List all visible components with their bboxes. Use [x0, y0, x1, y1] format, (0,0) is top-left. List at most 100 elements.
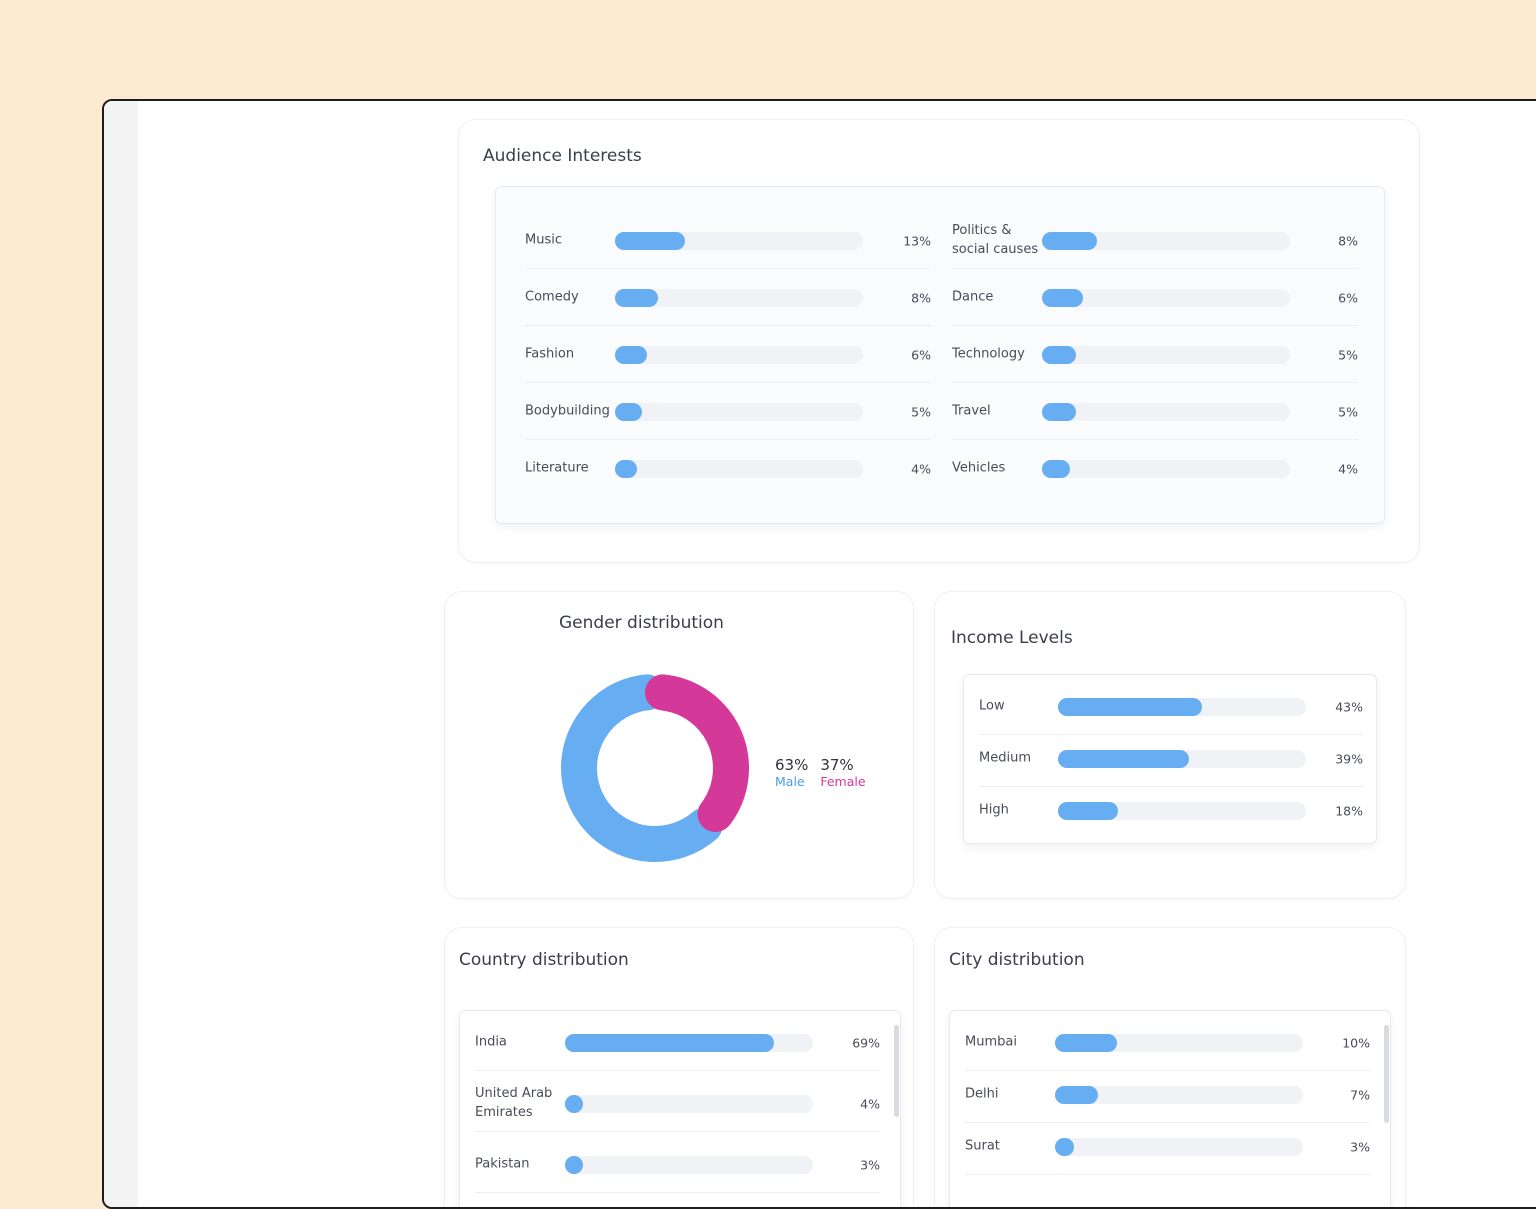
interest-bar-track: [1042, 346, 1290, 364]
interest-percent: 6%: [1338, 290, 1358, 306]
interest-percent: 5%: [911, 404, 931, 420]
country-percent: 69%: [852, 1035, 880, 1051]
interest-label: Dance: [952, 289, 994, 305]
interest-percent: 4%: [911, 461, 931, 477]
interest-label: Vehicles: [952, 460, 1006, 476]
interest-percent: 8%: [911, 290, 931, 306]
city-bar-fill: [1055, 1086, 1099, 1104]
row-divider: [952, 325, 1358, 326]
city-label: Surat: [965, 1138, 1000, 1154]
app-window: Audience Interests Music 13% Comedy 8% Fashi…: [102, 99, 1536, 1209]
income-percent: 43%: [1335, 699, 1363, 715]
interest-row: Travel 5%: [952, 392, 1358, 440]
interest-bar-track: [1042, 403, 1290, 421]
income-row: Low 43%: [979, 687, 1363, 735]
country-label: Pakistan: [475, 1156, 530, 1172]
income-levels-card: Income Levels Low 43% Medium 39% High 18%: [934, 591, 1406, 899]
city-distribution-panel: Mumbai 10% Delhi 7% Surat 3%: [949, 1010, 1391, 1207]
city-row: Surat 3%: [965, 1127, 1370, 1175]
interest-row: Bodybuilding 5%: [525, 392, 931, 440]
interest-row: Technology 5%: [952, 335, 1358, 383]
gender-legend: 63% Male 37% Female: [775, 756, 866, 789]
income-bar-track: [1058, 698, 1306, 716]
income-levels-title: Income Levels: [951, 628, 1073, 648]
city-percent: 3%: [1350, 1139, 1370, 1155]
interests-left-column: Music 13% Comedy 8% Fashion 6% Bodybuilding 5% L…: [525, 221, 931, 511]
country-scrollbar[interactable]: [894, 1025, 899, 1117]
interest-bar-fill: [1042, 460, 1070, 478]
row-divider: [475, 1131, 880, 1132]
city-row: Delhi 7%: [965, 1075, 1370, 1123]
interest-label: Literature: [525, 460, 589, 476]
row-divider: [965, 1174, 1370, 1175]
row-divider: [952, 268, 1358, 269]
income-bar-fill: [1058, 802, 1119, 820]
interest-row: Politics & social causes 8%: [952, 221, 1358, 269]
city-percent: 10%: [1342, 1035, 1370, 1051]
interest-bar-fill: [615, 232, 686, 250]
country-percent: 3%: [860, 1157, 880, 1173]
interest-percent: 4%: [1338, 461, 1358, 477]
row-divider: [525, 268, 931, 269]
city-bar-track: [1055, 1034, 1303, 1052]
city-label: Mumbai: [965, 1034, 1017, 1050]
background-corner: [1440, 0, 1536, 100]
row-divider: [475, 1070, 880, 1071]
interest-bar-track: [1042, 232, 1290, 250]
row-divider: [952, 439, 1358, 440]
interest-bar-fill: [1042, 403, 1077, 421]
income-bar-track: [1058, 750, 1306, 768]
interest-row: Fashion 6%: [525, 335, 931, 383]
row-divider: [525, 382, 931, 383]
interest-row: Music 13%: [525, 221, 931, 269]
country-label: India: [475, 1034, 507, 1050]
income-bar-fill: [1058, 698, 1203, 716]
male-label: Male: [775, 774, 805, 789]
city-distribution-title: City distribution: [949, 950, 1085, 970]
interest-bar-fill: [615, 346, 648, 364]
city-bar-track: [1055, 1086, 1303, 1104]
interest-label: Politics & social causes: [952, 223, 1039, 257]
city-label: Delhi: [965, 1086, 999, 1102]
audience-interests-title: Audience Interests: [483, 146, 642, 166]
income-percent: 18%: [1335, 803, 1363, 819]
interest-bar-track: [615, 403, 863, 421]
income-label: High: [979, 802, 1009, 818]
interest-row: Dance 6%: [952, 278, 1358, 326]
country-rows: India 69% United Arab Emirates 4% Pakistan 3%: [475, 1023, 880, 1207]
income-rows: Low 43% Medium 39% High 18%: [979, 687, 1363, 837]
interest-label: Bodybuilding: [525, 403, 610, 419]
interest-label: Fashion: [525, 346, 575, 362]
country-row: United Arab Emirates 4%: [475, 1084, 880, 1132]
legend-female: 37% Female: [820, 756, 865, 789]
row-divider: [965, 1122, 1370, 1123]
country-percent: 4%: [860, 1096, 880, 1112]
city-scrollbar[interactable]: [1384, 1025, 1389, 1123]
city-bar-fill: [1055, 1034, 1117, 1052]
country-row: Pakistan 3%: [475, 1145, 880, 1193]
city-distribution-card: City distribution Mumbai 10% Delhi 7% Surat 3…: [934, 927, 1406, 1207]
gender-distribution-card: Gender distribution 63% Male 37% Female: [444, 591, 914, 899]
income-levels-panel: Low 43% Medium 39% High 18%: [963, 674, 1377, 844]
interest-row: Literature 4%: [525, 449, 931, 489]
row-divider: [525, 439, 931, 440]
interest-row: Comedy 8%: [525, 278, 931, 326]
country-bar-track: [565, 1095, 813, 1113]
interests-right-column: Politics & social causes 8% Dance 6% Technol…: [952, 221, 1358, 511]
city-bar-track: [1055, 1138, 1303, 1156]
audience-interests-panel: Music 13% Comedy 8% Fashion 6% Bodybuilding 5% L…: [495, 186, 1385, 524]
legend-male: 63% Male: [775, 756, 808, 789]
income-label: Medium: [979, 750, 1031, 766]
row-divider: [952, 382, 1358, 383]
interest-bar-fill: [615, 403, 642, 421]
gender-distribution-title: Gender distribution: [559, 613, 724, 633]
interest-row: Vehicles 4%: [952, 449, 1358, 489]
interest-bar-fill: [1042, 346, 1077, 364]
interest-label: Travel: [952, 403, 991, 419]
interest-bar-track: [1042, 289, 1290, 307]
interest-label: Technology: [952, 346, 1025, 362]
interest-label: Music: [525, 232, 562, 248]
row-divider: [475, 1192, 880, 1193]
interest-percent: 13%: [903, 233, 931, 249]
female-label: Female: [820, 774, 866, 789]
